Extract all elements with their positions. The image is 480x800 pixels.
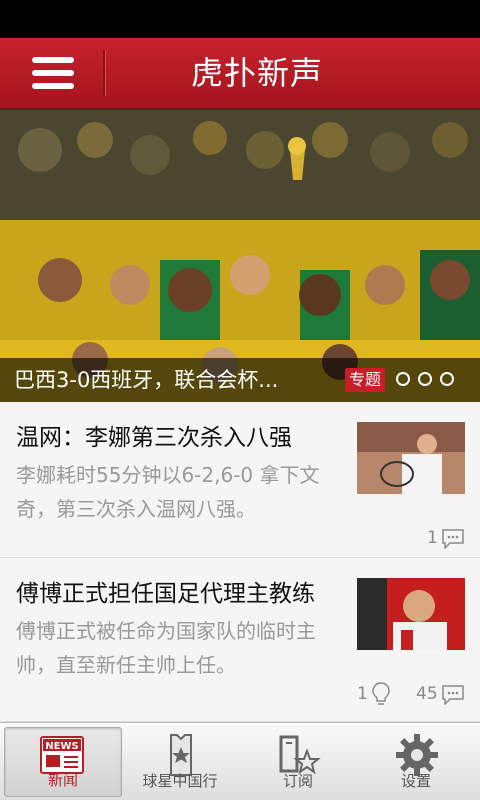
tab-subscribe[interactable]: 订阅 — [239, 727, 357, 797]
topic-tag[interactable]: 专题 — [345, 368, 386, 392]
app-header: 虎扑新声 — [0, 38, 480, 110]
tab-settings[interactable]: 设置 — [357, 727, 475, 797]
news-title: 傅博正式担任国足代理主教练 — [16, 581, 315, 607]
comment-icon — [442, 529, 464, 549]
app-title: 虎扑新声 — [190, 54, 323, 92]
tab-label: 订阅 — [282, 772, 313, 790]
page-dot — [418, 372, 432, 386]
news-summary: 傅博正式被任命为国家队的临时主帅，直至新任主帅上任。 — [16, 619, 316, 677]
status-bar — [0, 0, 480, 38]
news-summary: 李娜耗时55分钟以6-2,6-0 拿下文奇，第三次杀入温网八强。 — [16, 463, 320, 521]
news-item[interactable]: 傅博正式担任国足代理主教练 傅博正式被任命为国家队的临时主帅，直至新任主帅上任。… — [0, 558, 480, 722]
page-dot — [396, 372, 410, 386]
page-dot — [440, 372, 454, 386]
news-icon-text: NEWS — [45, 741, 78, 752]
hero-banner[interactable]: 巴西3-0西班牙，联合会杯... 专题 — [0, 110, 480, 402]
news-title: 温网：李娜第三次杀入八强 — [16, 425, 292, 451]
tab-star-china-tour[interactable]: 球星中国行 — [121, 727, 239, 797]
hero-caption-bar: 巴西3-0西班牙，联合会杯... 专题 — [0, 358, 480, 402]
bottom-tab-bar: NEWS 新闻 球星中国行 订阅 设置 — [0, 722, 480, 800]
comment-icon — [442, 685, 464, 705]
comment-count: 45 — [416, 684, 438, 704]
tab-label: 设置 — [400, 772, 431, 790]
tab-label: 新闻 — [47, 771, 78, 789]
news-thumbnail — [357, 578, 465, 650]
lightbulb-icon — [372, 682, 390, 705]
news-item[interactable]: 温网：李娜第三次杀入八强 李娜耗时55分钟以6-2,6-0 拿下文奇，第三次杀入… — [0, 402, 480, 558]
news-thumbnail — [357, 422, 465, 494]
comment-count: 1 — [427, 528, 438, 548]
tab-news[interactable]: NEWS 新闻 — [4, 727, 122, 797]
menu-button[interactable] — [0, 38, 104, 108]
tab-label: 球星中国行 — [142, 772, 218, 790]
hero-caption: 巴西3-0西班牙，联合会杯... — [14, 368, 279, 392]
like-count: 1 — [357, 684, 368, 704]
